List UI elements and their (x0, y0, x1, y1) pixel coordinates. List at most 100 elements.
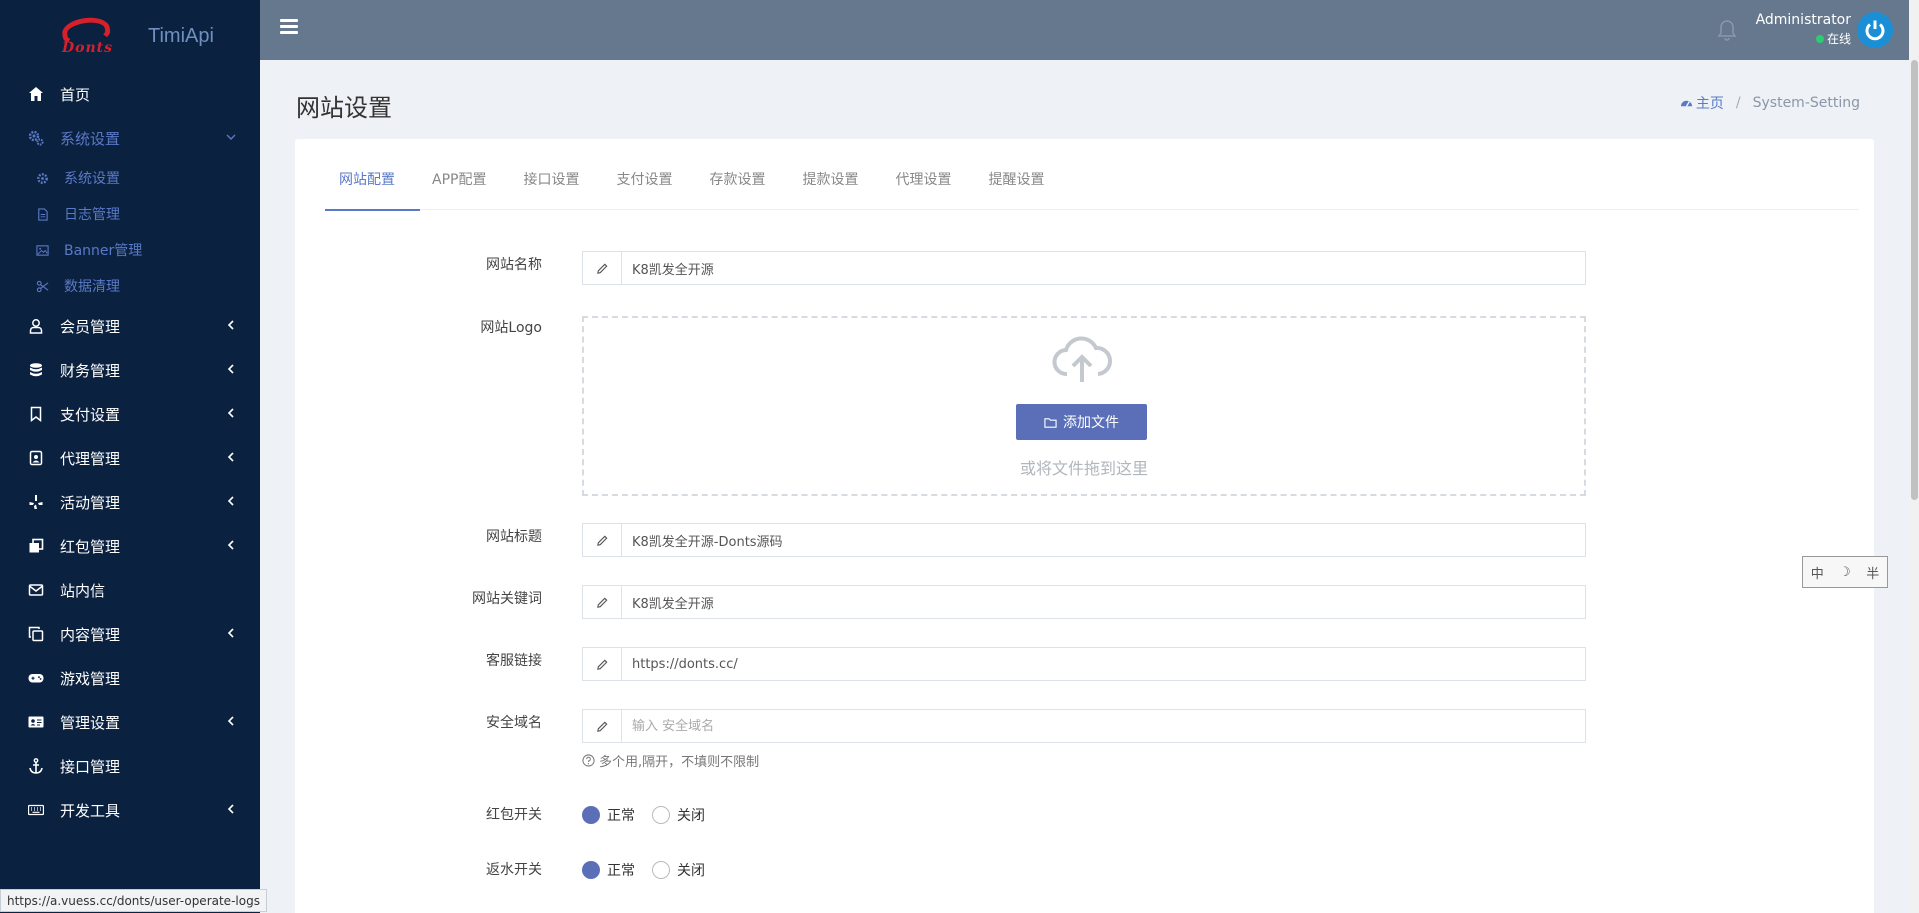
chevron-left-icon (224, 538, 238, 552)
logo-word: Donts (62, 40, 114, 56)
pencil-icon (583, 710, 622, 742)
sidebar-item-members[interactable]: 会员管理 (0, 304, 260, 348)
chevron-down-icon (224, 130, 238, 144)
tab-deposit-settings[interactable]: 存款设置 (709, 167, 790, 210)
tab-reminder-settings[interactable]: 提醒设置 (988, 167, 1069, 210)
sidebar-nav: 首页 系统设置 系统设置 日志管理 Banner管理 数据清理 会员管理 财务管… (0, 72, 260, 832)
radio-label: 正常 (607, 808, 635, 824)
tab-withdraw-settings[interactable]: 提款设置 (802, 167, 883, 210)
tab-site-config[interactable]: 网站配置 (325, 167, 420, 211)
avatar[interactable] (1857, 12, 1893, 48)
sidebar-subitem-label: Banner管理 (64, 243, 143, 259)
keywords-input[interactable] (622, 586, 1585, 618)
sidebar-item-games[interactable]: 游戏管理 (0, 656, 260, 700)
sidebar-item-label: 财务管理 (60, 361, 121, 380)
sidebar-item-home[interactable]: 首页 (0, 72, 260, 116)
redpacket-close-radio[interactable] (652, 806, 670, 824)
app-name: TimiApi (148, 24, 214, 47)
safe-domain-group (582, 709, 1586, 743)
sidebar: Donts TimiApi 首页 系统设置 系统设置 日志管理 Banner管理 (0, 0, 260, 913)
site-name-input[interactable] (622, 252, 1585, 284)
user-status: 在线 (1755, 30, 1851, 47)
breadcrumb-separator: / (1735, 95, 1741, 111)
sidebar-item-activity[interactable]: 活动管理 (0, 480, 260, 524)
ime-toolbar[interactable]: 中 ☽ 半 (1802, 556, 1888, 588)
sidebar-subitem-system-settings[interactable]: 系统设置 (0, 160, 260, 196)
online-dot-icon (1815, 35, 1824, 43)
ime-moon[interactable]: ☽ (1839, 565, 1851, 580)
chevron-left-icon (224, 626, 238, 640)
sidebar-subitem-logs[interactable]: 日志管理 (0, 196, 260, 232)
breadcrumb: 主页 / System-Setting (1680, 93, 1860, 113)
scrollbar-thumb[interactable] (1911, 60, 1918, 500)
file-icon (34, 206, 50, 222)
radio-label: 正常 (607, 863, 635, 879)
add-file-button[interactable]: 添加文件 (1016, 404, 1147, 440)
brand-logo[interactable]: Donts TimiApi (0, 0, 260, 72)
sidebar-item-system-settings[interactable]: 系统设置 (0, 116, 260, 160)
tab-agent-settings[interactable]: 代理设置 (895, 167, 976, 210)
user-info[interactable]: Administrator 在线 (1755, 12, 1851, 47)
sidebar-item-content[interactable]: 内容管理 (0, 612, 260, 656)
sidebar-item-label: 开发工具 (60, 801, 121, 820)
radio-label: 关闭 (677, 863, 705, 879)
sidebar-item-label: 接口管理 (60, 757, 121, 776)
sidebar-item-agent[interactable]: 代理管理 (0, 436, 260, 480)
user-name: Administrator (1755, 12, 1851, 28)
gears-icon (26, 128, 46, 148)
sidebar-item-redpacket[interactable]: 红包管理 (0, 524, 260, 568)
pencil-icon (583, 252, 622, 284)
breadcrumb-home[interactable]: 主页 (1680, 93, 1724, 113)
tab-payment-settings[interactable]: 支付设置 (616, 167, 697, 210)
settings-tabs: 网站配置 APP配置 接口设置 支付设置 存款设置 提款设置 代理设置 提醒设置 (325, 167, 1859, 211)
sidebar-item-label: 首页 (60, 85, 91, 104)
sidebar-subitem-data-cleanup[interactable]: 数据清理 (0, 268, 260, 304)
chevron-left-icon (224, 714, 238, 728)
tab-api-settings[interactable]: 接口设置 (523, 167, 604, 210)
rebate-normal-radio[interactable] (582, 861, 600, 879)
sidebar-item-dev-tools[interactable]: 开发工具 (0, 788, 260, 832)
sidebar-item-api[interactable]: 接口管理 (0, 744, 260, 788)
site-title-group (582, 523, 1586, 557)
site-title-input[interactable] (622, 524, 1585, 556)
sidebar-subitem-banner[interactable]: Banner管理 (0, 232, 260, 268)
dashboard-icon (1680, 100, 1692, 107)
redpacket-switch: 正常 关闭 (582, 805, 722, 825)
ime-width[interactable]: 半 (1866, 563, 1879, 582)
page-scrollbar[interactable] (1909, 0, 1919, 913)
sidebar-item-label: 游戏管理 (60, 669, 121, 688)
sidebar-item-payment[interactable]: 支付设置 (0, 392, 260, 436)
logo-dropzone[interactable]: 添加文件 或将文件拖到这里 (582, 316, 1586, 496)
sidebar-item-inbox[interactable]: 站内信 (0, 568, 260, 612)
site-name-label: 网站名称 (486, 257, 542, 273)
sidebar-item-finance[interactable]: 财务管理 (0, 348, 260, 392)
safe-domain-help: 多个用,隔开，不填则不限制 (582, 751, 759, 770)
safe-domain-label: 安全域名 (486, 715, 542, 731)
tab-app-config[interactable]: APP配置 (432, 167, 511, 210)
rebate-close-radio[interactable] (652, 861, 670, 879)
sidebar-item-admin-settings[interactable]: 管理设置 (0, 700, 260, 744)
page-title: 网站设置 (296, 94, 392, 122)
breadcrumb-current: System-Setting (1752, 95, 1860, 111)
service-link-label: 客服链接 (486, 653, 542, 669)
sidebar-item-label: 内容管理 (60, 625, 121, 644)
image-icon (34, 242, 50, 258)
site-logo-label: 网站Logo (480, 320, 542, 336)
site-title-label: 网站标题 (486, 529, 542, 545)
redpacket-switch-label: 红包开关 (486, 807, 542, 823)
logo-icon: Donts (50, 14, 134, 56)
redpacket-normal-radio[interactable] (582, 806, 600, 824)
bell-icon[interactable] (1716, 18, 1738, 42)
menu-toggle-icon[interactable] (280, 19, 298, 35)
ime-lang[interactable]: 中 (1811, 563, 1824, 582)
clone-icon (26, 536, 46, 556)
home-icon (26, 84, 46, 104)
question-circle-icon (582, 754, 595, 767)
service-link-input[interactable] (622, 648, 1585, 680)
id-card-icon (26, 712, 46, 732)
cloud-upload-icon (1052, 336, 1112, 382)
user-icon (26, 316, 46, 336)
rebate-switch-label: 返水开关 (486, 862, 542, 878)
sidebar-item-label: 支付设置 (60, 405, 121, 424)
safe-domain-input[interactable] (622, 710, 1585, 742)
